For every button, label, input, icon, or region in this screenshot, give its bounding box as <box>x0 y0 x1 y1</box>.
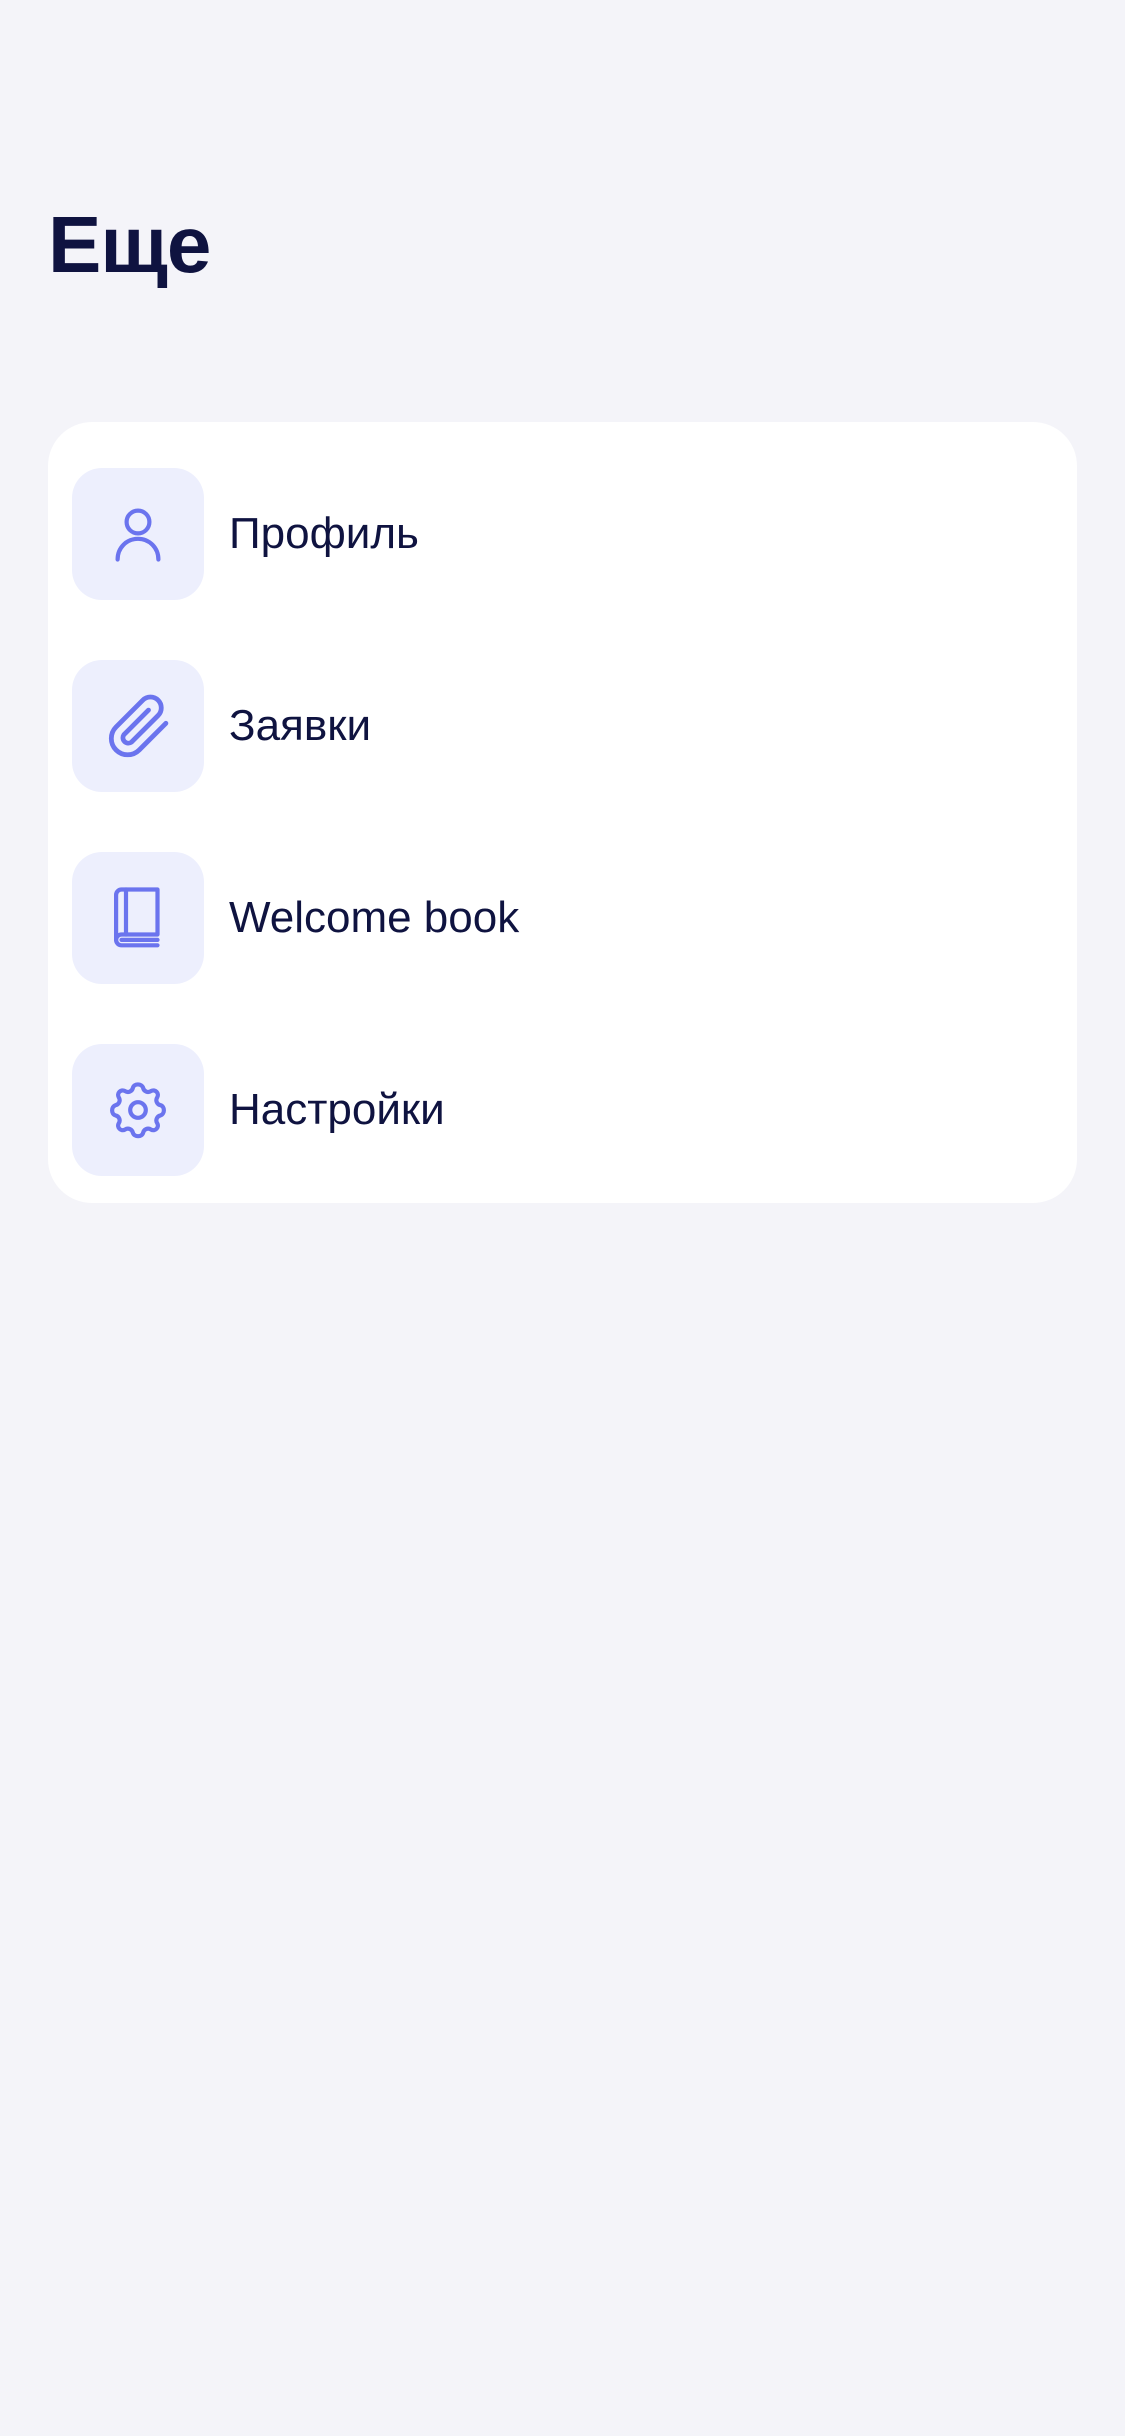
icon-tile <box>72 660 204 792</box>
menu-item-label: Профиль <box>229 509 419 558</box>
menu-item-welcome-book[interactable]: Welcome book <box>72 852 1077 984</box>
menu-item-label: Welcome book <box>229 893 520 942</box>
menu-item-label: Настройки <box>229 1085 445 1134</box>
paperclip-icon <box>108 694 169 758</box>
icon-tile <box>72 1044 204 1176</box>
menu-item-label: Заявки <box>229 701 372 750</box>
menu-item-profile[interactable]: Профиль <box>72 468 1077 600</box>
icon-tile <box>72 852 204 984</box>
menu-item-settings[interactable]: Настройки <box>72 1044 1077 1176</box>
menu-card: Профиль Заявки Welcome book Настройки <box>48 422 1077 1203</box>
gear-icon <box>110 1082 166 1139</box>
menu-item-requests[interactable]: Заявки <box>72 660 1077 792</box>
icon-tile <box>72 468 204 600</box>
book-icon <box>114 887 160 948</box>
page-title: Еще <box>48 200 211 289</box>
user-icon <box>115 508 161 562</box>
